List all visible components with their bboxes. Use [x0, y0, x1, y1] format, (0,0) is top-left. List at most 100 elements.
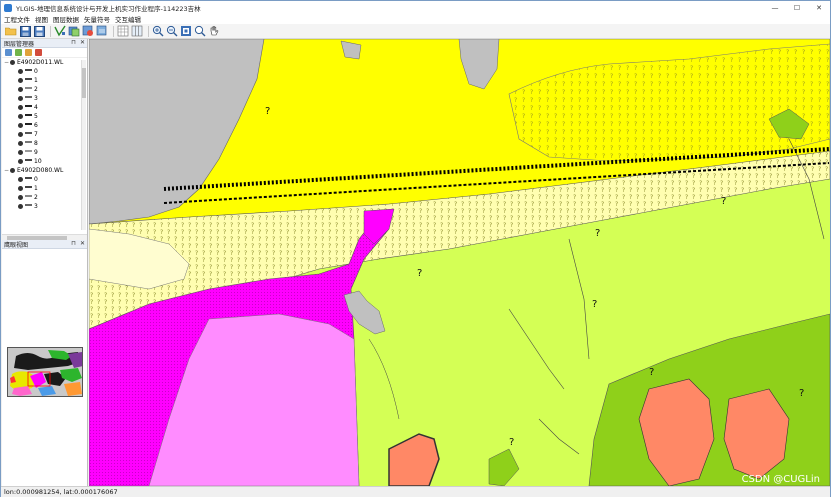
full-extent-icon[interactable]: [180, 25, 192, 37]
layer-class-item[interactable]: 9: [4, 148, 87, 157]
class-visibility-toggle[interactable]: [18, 150, 23, 155]
minimize-button[interactable]: —: [764, 1, 786, 14]
line-symbol-icon: [25, 132, 32, 137]
class-label: 9: [34, 149, 38, 156]
pan-hand-icon[interactable]: [208, 25, 220, 37]
vertical-scrollbar[interactable]: [81, 60, 86, 230]
toolbar-separator: [113, 25, 114, 37]
save-as-icon[interactable]: [33, 25, 45, 37]
maximize-button[interactable]: ☐: [786, 1, 808, 14]
class-visibility-toggle[interactable]: [18, 114, 23, 119]
layer-class-item[interactable]: 1: [4, 184, 87, 193]
layer-class-item[interactable]: 0: [4, 67, 87, 76]
menu-vector-symbol[interactable]: 矢量符号: [84, 14, 110, 24]
open-folder-icon[interactable]: [5, 25, 17, 37]
class-visibility-toggle[interactable]: [18, 78, 23, 83]
save-icon[interactable]: [19, 25, 31, 37]
title-bar: YLGIS-地理信息系统设计与开发上机实习作业程序-114223吉林 — ☐ ✕: [1, 1, 830, 14]
line-symbol-icon: [25, 150, 32, 155]
map-canvas[interactable]: ? ? ? ? ? ? ? ?: [89, 39, 830, 486]
class-visibility-toggle[interactable]: [18, 69, 23, 74]
menu-view[interactable]: 视图: [35, 14, 48, 24]
line-symbol-icon: [25, 195, 32, 200]
add-layer-icon[interactable]: [68, 25, 80, 37]
layer-node[interactable]: − E4902D080.WL: [4, 166, 87, 175]
menu-bar: 工程文件 视图 图层数据 矢量符号 交互编辑: [1, 14, 830, 24]
class-label: 0: [34, 68, 38, 75]
class-visibility-toggle[interactable]: [18, 141, 23, 146]
layer-tree: − E4902D011.WL 0 1 2 3 4 5 6 7 8 9 10− E4902D080.WL 0 1…: [2, 58, 87, 234]
table-icon[interactable]: [117, 25, 129, 37]
class-visibility-toggle[interactable]: [18, 132, 23, 137]
delete-layer-icon[interactable]: [35, 49, 42, 56]
layer-visibility-toggle[interactable]: [10, 60, 15, 65]
layer-class-item[interactable]: 8: [4, 139, 87, 148]
line-symbol-icon: [25, 69, 32, 74]
class-visibility-toggle[interactable]: [18, 105, 23, 110]
layer-class-item[interactable]: 6: [4, 121, 87, 130]
map-label: ?: [265, 106, 270, 117]
remove-layer-icon[interactable]: [82, 25, 94, 37]
class-visibility-toggle[interactable]: [18, 204, 23, 209]
layer-class-item[interactable]: 10: [4, 157, 87, 166]
move-up-icon[interactable]: [15, 49, 22, 56]
layer-node[interactable]: − E4902D011.WL: [4, 58, 87, 67]
class-visibility-toggle[interactable]: [18, 186, 23, 191]
layer-class-item[interactable]: 7: [4, 130, 87, 139]
status-bar: lon:0.000981254, lat:0.000176067: [1, 486, 830, 497]
window-controls: — ☐ ✕: [764, 1, 830, 14]
zoom-out-icon[interactable]: [166, 25, 178, 37]
class-label: 7: [34, 131, 38, 138]
menu-interactive-edit[interactable]: 交互编辑: [115, 14, 141, 24]
columns-icon[interactable]: [131, 25, 143, 37]
app-window: YLGIS-地理信息系统设计与开发上机实习作业程序-114223吉林 — ☐ ✕…: [0, 0, 831, 497]
close-icon[interactable]: ✕: [80, 39, 85, 46]
close-button[interactable]: ✕: [808, 1, 830, 14]
layer-class-item[interactable]: 5: [4, 112, 87, 121]
line-symbol-icon: [25, 123, 32, 128]
layer-class-item[interactable]: 3: [4, 94, 87, 103]
class-visibility-toggle[interactable]: [18, 195, 23, 200]
scroll-thumb[interactable]: [82, 68, 86, 98]
line-symbol-icon: [25, 204, 32, 209]
line-symbol-icon: [25, 96, 32, 101]
app-icon: [4, 3, 12, 12]
class-visibility-toggle[interactable]: [18, 96, 23, 101]
map-label: ?: [721, 196, 726, 207]
class-visibility-toggle[interactable]: [18, 177, 23, 182]
layer-class-item[interactable]: 4: [4, 103, 87, 112]
pin-icon[interactable]: ⊓: [71, 39, 76, 46]
layer-visibility-toggle[interactable]: [10, 168, 15, 173]
overview-panel-title: 鹰眼视图: [4, 241, 29, 249]
class-label: 3: [34, 203, 38, 210]
class-label: 6: [34, 122, 38, 129]
class-label: 2: [34, 194, 38, 201]
menu-project-file[interactable]: 工程文件: [4, 14, 30, 24]
map-label: ?: [649, 367, 654, 378]
zoom-window-icon[interactable]: [194, 25, 206, 37]
pin-icon[interactable]: ⊓: [71, 240, 76, 247]
overview-map-thumbnail[interactable]: [7, 347, 83, 397]
menu-layer-data[interactable]: 图层数据: [53, 14, 79, 24]
class-visibility-toggle[interactable]: [18, 87, 23, 92]
class-label: 1: [34, 77, 38, 84]
overview-view[interactable]: [2, 249, 87, 493]
line-symbol-icon: [25, 114, 32, 119]
layer-class-item[interactable]: 2: [4, 193, 87, 202]
line-symbol-icon: [25, 78, 32, 83]
layer-class-item[interactable]: 2: [4, 85, 87, 94]
layer-properties-icon[interactable]: [96, 25, 108, 37]
map-label: ?: [799, 388, 804, 399]
zoom-in-icon[interactable]: [152, 25, 164, 37]
class-visibility-toggle[interactable]: [18, 123, 23, 128]
edit-vertex-icon[interactable]: [54, 25, 66, 37]
add-layer-icon[interactable]: [5, 49, 12, 56]
close-icon[interactable]: ✕: [80, 240, 85, 247]
layer-class-item[interactable]: 3: [4, 202, 87, 211]
move-down-icon[interactable]: [25, 49, 32, 56]
class-visibility-toggle[interactable]: [18, 159, 23, 164]
map-svg[interactable]: ? ? ? ? ? ? ? ?: [89, 39, 830, 486]
layer-toolbar: [2, 48, 87, 58]
layer-class-item[interactable]: 0: [4, 175, 87, 184]
layer-class-item[interactable]: 1: [4, 76, 87, 85]
